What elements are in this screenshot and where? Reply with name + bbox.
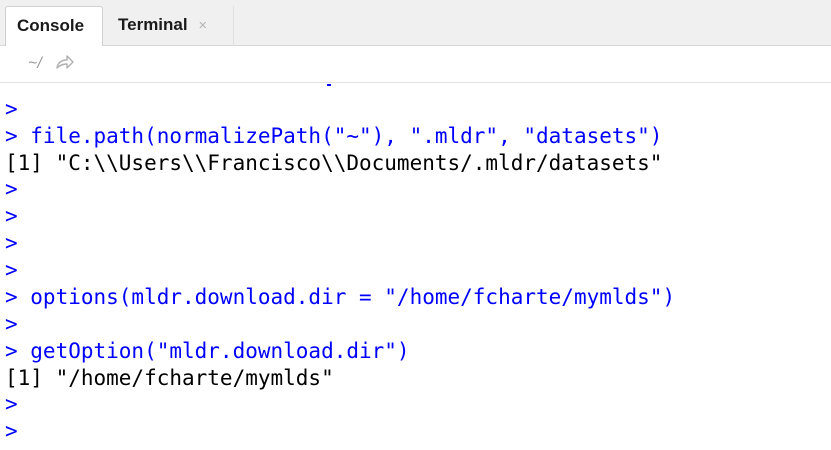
console-output-line: [1] "/home/fcharte/mymlds" [5, 366, 334, 390]
close-icon[interactable]: × [198, 7, 207, 45]
partial-previous-line [0, 84, 400, 88]
console-input-line: > getOption("mldr.download.dir") [5, 339, 410, 363]
console-input-line: > [5, 392, 18, 416]
tab-terminal[interactable]: Terminal × [104, 6, 234, 46]
tab-bar: Console Terminal × [0, 0, 831, 46]
working-directory-bar: ~/ [0, 46, 831, 83]
console-output-line: [1] "C:\\Users\\Francisco\\Documents/.ml… [5, 151, 663, 175]
scrolled-off-text [327, 84, 331, 86]
console-input-line: > [5, 204, 18, 228]
go-to-directory-icon[interactable] [55, 53, 75, 71]
console-input-line: > file.path(normalizePath("~"), ".mldr",… [5, 124, 663, 148]
console-input-line: > [5, 258, 18, 282]
tab-terminal-label: Terminal [118, 15, 188, 34]
console-input-line: > [5, 419, 18, 443]
tab-console-label: Console [17, 16, 85, 35]
tab-console[interactable]: Console [5, 6, 103, 46]
console-input-line: > options(mldr.download.dir = "/home/fch… [5, 285, 676, 309]
console-input-line: > [5, 231, 18, 255]
console-input-line: > [5, 312, 18, 336]
console-input-line: > [5, 177, 18, 201]
console-input-line: > [5, 97, 18, 121]
working-directory-path: ~/ [28, 55, 42, 72]
console-output[interactable]: > > file.path(normalizePath("~"), ".mldr"… [0, 84, 831, 450]
